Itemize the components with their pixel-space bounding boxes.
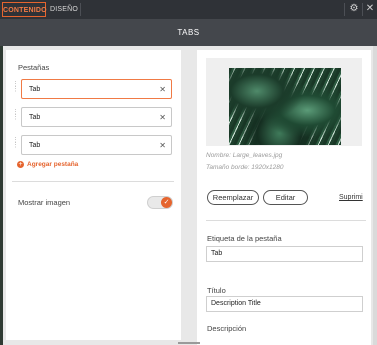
plus-icon: + (17, 161, 24, 168)
tab-label-input[interactable]: Tab (206, 246, 363, 262)
tab-name-text: Tab (29, 86, 41, 93)
divider (206, 220, 366, 221)
tab-item[interactable]: ⋮ ⋮ Tab ✕ (12, 79, 172, 99)
tab-label-value: Tab (211, 250, 223, 257)
drag-handle-icon[interactable]: ⋮ ⋮ (12, 137, 19, 152)
tab-item[interactable]: ⋮ ⋮ Tab ✕ (12, 135, 172, 155)
image-dimensions: Tamaño borde: 1920x1280 (206, 164, 284, 171)
scrollbar-track[interactable] (373, 46, 377, 345)
resize-handle[interactable] (178, 342, 200, 344)
description-label: Descripción (207, 324, 247, 333)
title-value: Description Title (211, 300, 261, 307)
tab-name-input[interactable]: Tab ✕ (21, 79, 172, 99)
background-image-strip (0, 46, 3, 345)
page-title: TABS (0, 19, 377, 46)
title-input[interactable]: Description Title (206, 296, 363, 312)
close-icon[interactable]: ✕ (159, 80, 166, 99)
image-preview (229, 68, 341, 145)
title-label: Título (207, 286, 226, 295)
tab-name-input[interactable]: Tab ✕ (21, 107, 172, 127)
tab-contenido[interactable]: CONTENIDO (2, 2, 47, 17)
top-toolbar: CONTENIDO DISEÑO ⚙ ✕ (0, 0, 377, 19)
tab-name-text: Tab (29, 142, 41, 149)
tabs-section-label: Pestañas (18, 63, 50, 72)
gear-icon[interactable]: ⚙ (347, 2, 361, 16)
toolbar-divider (344, 3, 345, 16)
tab-label-title: Etiqueta de la pestaña (207, 234, 282, 243)
drag-handle-icon[interactable]: ⋮ ⋮ (12, 109, 19, 124)
tab-name-text: Tab (29, 114, 41, 121)
tab-diseno[interactable]: DISEÑO (50, 2, 78, 17)
delete-link[interactable]: Suprimi (339, 194, 363, 201)
add-tab-label: Agregar pestaña (27, 161, 79, 168)
tab-item[interactable]: ⋮ ⋮ Tab ✕ (12, 107, 172, 127)
tab-name-input[interactable]: Tab ✕ (21, 135, 172, 155)
close-icon[interactable]: ✕ (159, 136, 166, 155)
show-image-label: Mostrar imagen (18, 198, 71, 207)
close-icon[interactable]: ✕ (363, 2, 377, 16)
toolbar-divider (80, 3, 81, 16)
replace-button[interactable]: Reemplazar (207, 190, 259, 205)
edit-button[interactable]: Editar (263, 190, 308, 205)
checkmark-icon: ✓ (161, 197, 172, 208)
drag-handle-icon[interactable]: ⋮ ⋮ (12, 81, 19, 96)
show-image-toggle[interactable]: ✓ (147, 196, 173, 209)
close-icon[interactable]: ✕ (159, 108, 166, 127)
image-file-name: Nombre: Large_leaves.jpg (206, 152, 283, 159)
divider (12, 181, 174, 182)
